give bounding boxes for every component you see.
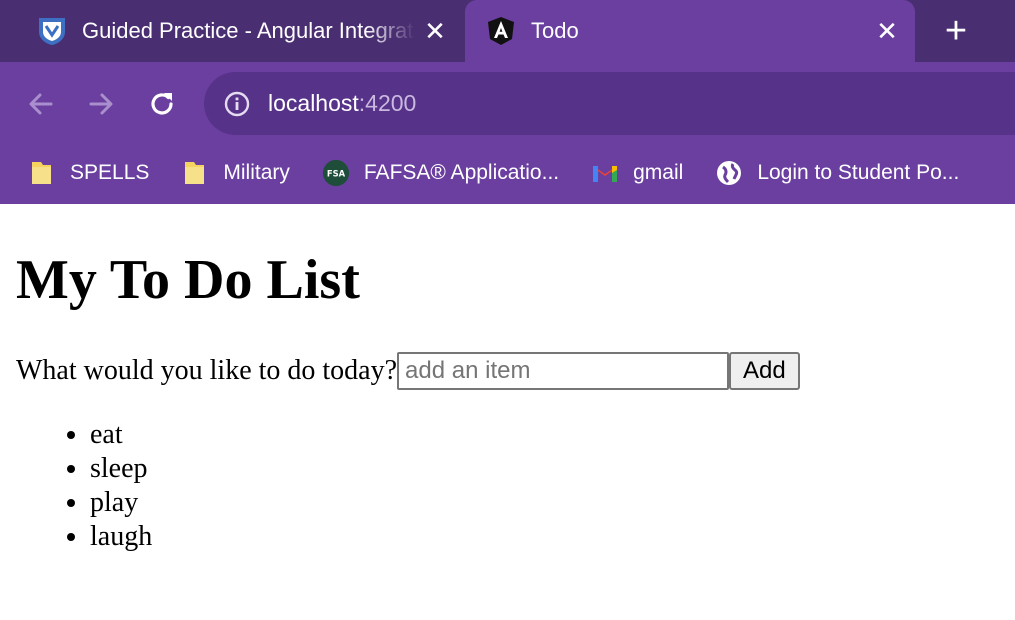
- folder-icon: [28, 159, 56, 187]
- page-title: My To Do List: [16, 249, 360, 311]
- tab-strip: Guided Practice - Angular Integration ✕ …: [0, 0, 1015, 62]
- site-info-icon[interactable]: [222, 89, 252, 119]
- bookmark-student-portal[interactable]: Login to Student Po...: [715, 159, 959, 187]
- bookmark-label: gmail: [633, 160, 684, 184]
- bookmark-spells[interactable]: SPELLS: [28, 159, 149, 187]
- url-text: localhost:4200: [268, 90, 416, 117]
- close-tab-icon[interactable]: ✕: [867, 11, 907, 51]
- bookmark-label: FAFSA® Applicatio...: [363, 160, 560, 184]
- arrow-right-icon: [89, 93, 113, 115]
- close-tab-icon[interactable]: ✕: [415, 11, 455, 51]
- svg-text:FSA: FSA: [327, 168, 346, 178]
- bookmark-label: SPELLS: [70, 160, 150, 184]
- page-content: My To Do List What would you like to do …: [0, 204, 1015, 554]
- tab-todo[interactable]: Todo ✕: [465, 0, 915, 62]
- forward-button[interactable]: [79, 82, 123, 126]
- bookmark-gmail[interactable]: gmail: [591, 159, 683, 187]
- bookmark-label: Military: [223, 160, 290, 184]
- todo-item: sleep: [90, 452, 999, 486]
- folder-icon: [181, 159, 209, 187]
- todo-list: eat sleep play laugh: [16, 418, 999, 554]
- bookmarks-bar: SPELLS Military FSA FAFSA® Applicatio...…: [0, 141, 1015, 204]
- gmail-icon: [591, 159, 619, 187]
- bookmark-label: Login to Student Po...: [757, 160, 960, 184]
- tab-title: Todo: [531, 18, 579, 43]
- address-bar[interactable]: localhost:4200: [204, 72, 1015, 135]
- url-host: localhost: [268, 90, 359, 116]
- tab-title: Guided Practice - Angular Integration: [82, 18, 415, 43]
- shield-icon: [36, 15, 68, 47]
- reload-icon: [151, 93, 173, 115]
- globe-icon: [715, 159, 743, 187]
- todo-item: laugh: [90, 520, 999, 554]
- back-button[interactable]: [19, 82, 63, 126]
- reload-button[interactable]: [140, 82, 184, 126]
- browser-toolbar: localhost:4200: [0, 62, 1015, 141]
- prompt-label: What would you like to do today?: [16, 355, 398, 386]
- add-item-form: What would you like to do today? Add: [16, 352, 999, 390]
- todo-item: play: [90, 486, 999, 520]
- fsa-icon: FSA: [322, 159, 350, 187]
- bookmark-military[interactable]: Military: [181, 159, 290, 187]
- todo-input[interactable]: [397, 352, 730, 390]
- new-tab-button[interactable]: +: [928, 10, 984, 52]
- bookmark-fafsa[interactable]: FSA FAFSA® Applicatio...: [322, 159, 559, 187]
- add-button[interactable]: Add: [729, 352, 800, 390]
- arrow-left-icon: [29, 93, 53, 115]
- todo-item: eat: [90, 418, 999, 452]
- angular-icon: [485, 15, 517, 47]
- tab-guided-practice[interactable]: Guided Practice - Angular Integration ✕: [0, 0, 463, 62]
- url-port: :4200: [358, 90, 417, 116]
